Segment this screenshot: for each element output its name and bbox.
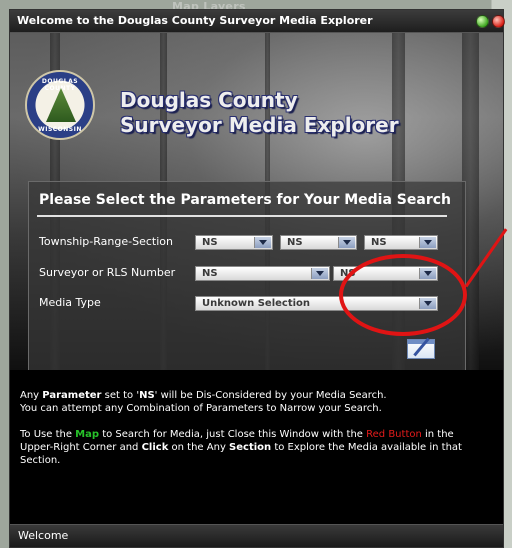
map-usage-info-text: To Use the Map to Search for Media, just… <box>20 428 490 467</box>
chevron-down-icon <box>419 237 436 248</box>
status-text: Welcome <box>18 529 69 542</box>
info-text: ' will be Dis-Considered by your Media S… <box>154 390 387 401</box>
seal-tree-icon <box>46 88 76 122</box>
township-select-value: NS <box>202 237 218 248</box>
township-select[interactable]: NS <box>195 235 273 250</box>
section-select-value: NS <box>371 237 387 248</box>
surveyor-select[interactable]: NS <box>195 266 330 281</box>
info-text-emphasis: Parameter <box>42 390 102 401</box>
surveyor-select-value: NS <box>202 268 218 279</box>
surveyor-rls-label: Surveyor or RLS Number <box>39 266 176 279</box>
range-select-value: NS <box>287 237 303 248</box>
red-button-highlight: Red Button <box>366 429 422 440</box>
window-title: Welcome to the Douglas County Surveyor M… <box>17 14 373 27</box>
info-text: You can attempt any Combination of Param… <box>20 403 382 414</box>
media-type-label: Media Type <box>39 296 101 309</box>
township-range-section-label: Township-Range-Section <box>39 235 173 248</box>
panel-divider <box>37 215 447 217</box>
seal-top-text: DOUGLAS COUNTY <box>41 78 79 92</box>
info-text: set to ' <box>101 390 140 401</box>
info-text-emphasis: Click <box>141 442 169 453</box>
parameter-info-text: Any Parameter set to 'NS' will be Dis-Co… <box>20 389 490 415</box>
annotation-circle <box>339 254 467 336</box>
brand-line-1: Douglas County <box>120 88 298 112</box>
info-text: To Use the <box>20 429 76 440</box>
brand-line-2: Surveyor Media Explorer <box>120 113 399 137</box>
window-statusbar: Welcome <box>10 524 503 547</box>
chevron-down-icon <box>254 237 271 248</box>
map-highlight: Map <box>75 429 100 440</box>
media-type-select-value: Unknown Selection <box>202 298 311 309</box>
seal-bottom-text: WISCONSIN <box>38 126 82 133</box>
chevron-down-icon <box>311 268 328 279</box>
close-button[interactable] <box>492 15 505 28</box>
search-media-button[interactable] <box>405 333 437 361</box>
info-text: to Search for Media, just Close this Win… <box>99 429 367 440</box>
info-text-emphasis: NS <box>139 390 155 401</box>
county-seal-logo: DOUGLAS COUNTY WISCONSIN <box>25 70 95 140</box>
info-text: on the Any <box>168 442 230 453</box>
minimize-button[interactable] <box>476 15 489 28</box>
chevron-down-icon <box>338 237 355 248</box>
info-text: Any <box>20 390 43 401</box>
section-select[interactable]: NS <box>364 235 438 250</box>
app-brand-title: Douglas County Surveyor Media Explorer <box>120 88 399 138</box>
window-titlebar: Welcome to the Douglas County Surveyor M… <box>10 10 505 33</box>
info-text-emphasis: Section <box>229 442 272 453</box>
panel-title: Please Select the Parameters for Your Me… <box>39 192 452 208</box>
range-select[interactable]: NS <box>280 235 357 250</box>
